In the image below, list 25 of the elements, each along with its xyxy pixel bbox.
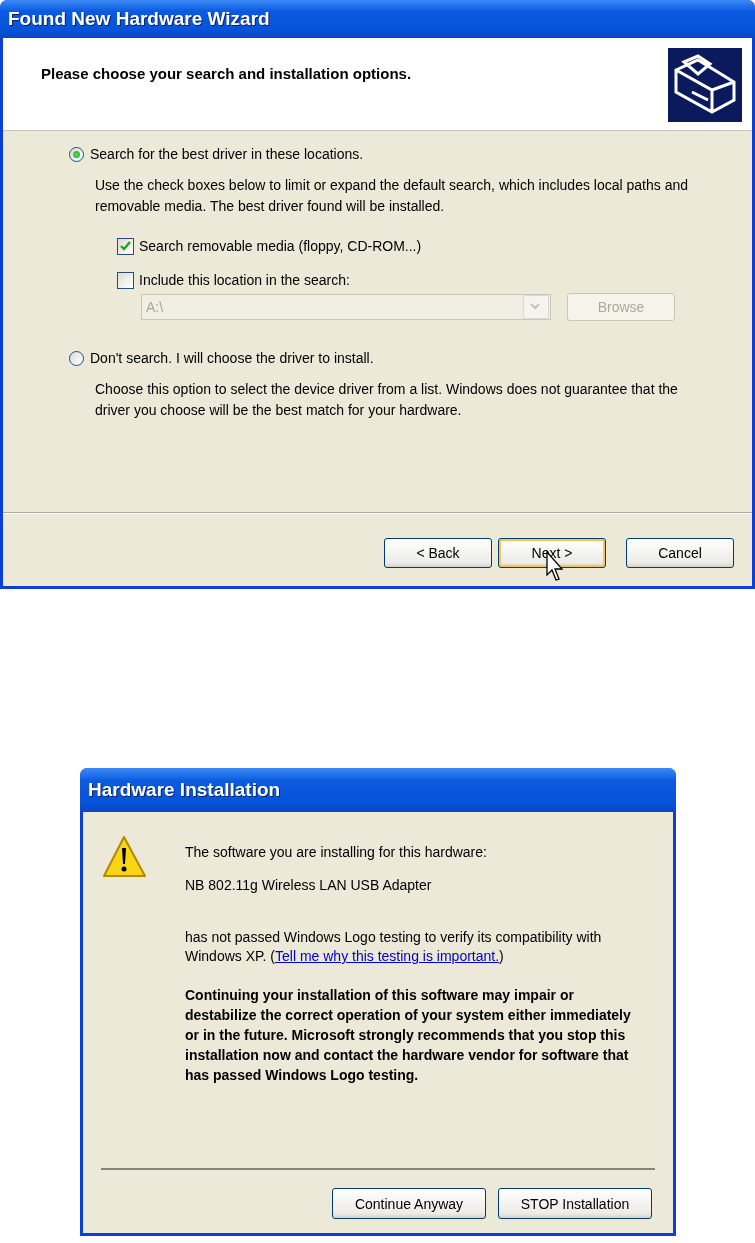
checkbox-label[interactable]: Search removable media (floppy, CD-ROM...) (139, 238, 422, 254)
warning-text: Continuing your installation of this software may impair or destabilize the correct operation of your system either immediately or in the future. Microsoft strongly recommends that you stop this installation now and contact the hardware vendor for software that has passed Windows Logo testing. (185, 986, 632, 1085)
testing-info-link[interactable]: Tell me why this testing is important. (275, 948, 500, 964)
option-description: Use the check boxes below to limit or expand the default search, which includes local paths and removable media. The best driver found will be installed. (95, 176, 689, 216)
wizard-button[interactable]: < Back (384, 538, 492, 568)
notice-text: has not passed Windows Logo testing to verify its compatibility with Windows XP. (Tell me why this testing is important.) (185, 928, 603, 966)
dialog-button[interactable]: STOP Installation (498, 1188, 652, 1219)
checkbox[interactable] (117, 271, 134, 289)
option-description: Choose this option to select the device driver from a list. Windows does not guarantee that the driver you choose will be the best match for your hardware. (95, 380, 679, 420)
intro-text: The software you are installing for this hardware: (185, 844, 488, 860)
wizard-button[interactable]: Cancel (626, 538, 734, 568)
radio-label[interactable]: Don't search. I will choose the driver to install. (90, 350, 374, 366)
warning-icon (101, 834, 147, 880)
dialog-button[interactable]: Continue Anyway (332, 1188, 486, 1219)
page-heading: Please choose your search and installation options. (41, 65, 412, 82)
radio-button[interactable] (69, 350, 84, 366)
checkbox[interactable] (117, 237, 134, 255)
radio-button[interactable] (69, 146, 84, 162)
wizard-button[interactable]: Next > (498, 538, 606, 568)
window-title: Found New Hardware Wizard (0, 0, 755, 38)
checkbox-label[interactable]: Include this location in the search: (139, 272, 350, 288)
device-name: NB 802.11g Wireless LAN USB Adapter (185, 877, 433, 893)
radio-label[interactable]: Search for the best driver in these locations. (90, 146, 364, 162)
window-title: Hardware Installation (80, 768, 676, 812)
hardware-icon (668, 48, 742, 122)
